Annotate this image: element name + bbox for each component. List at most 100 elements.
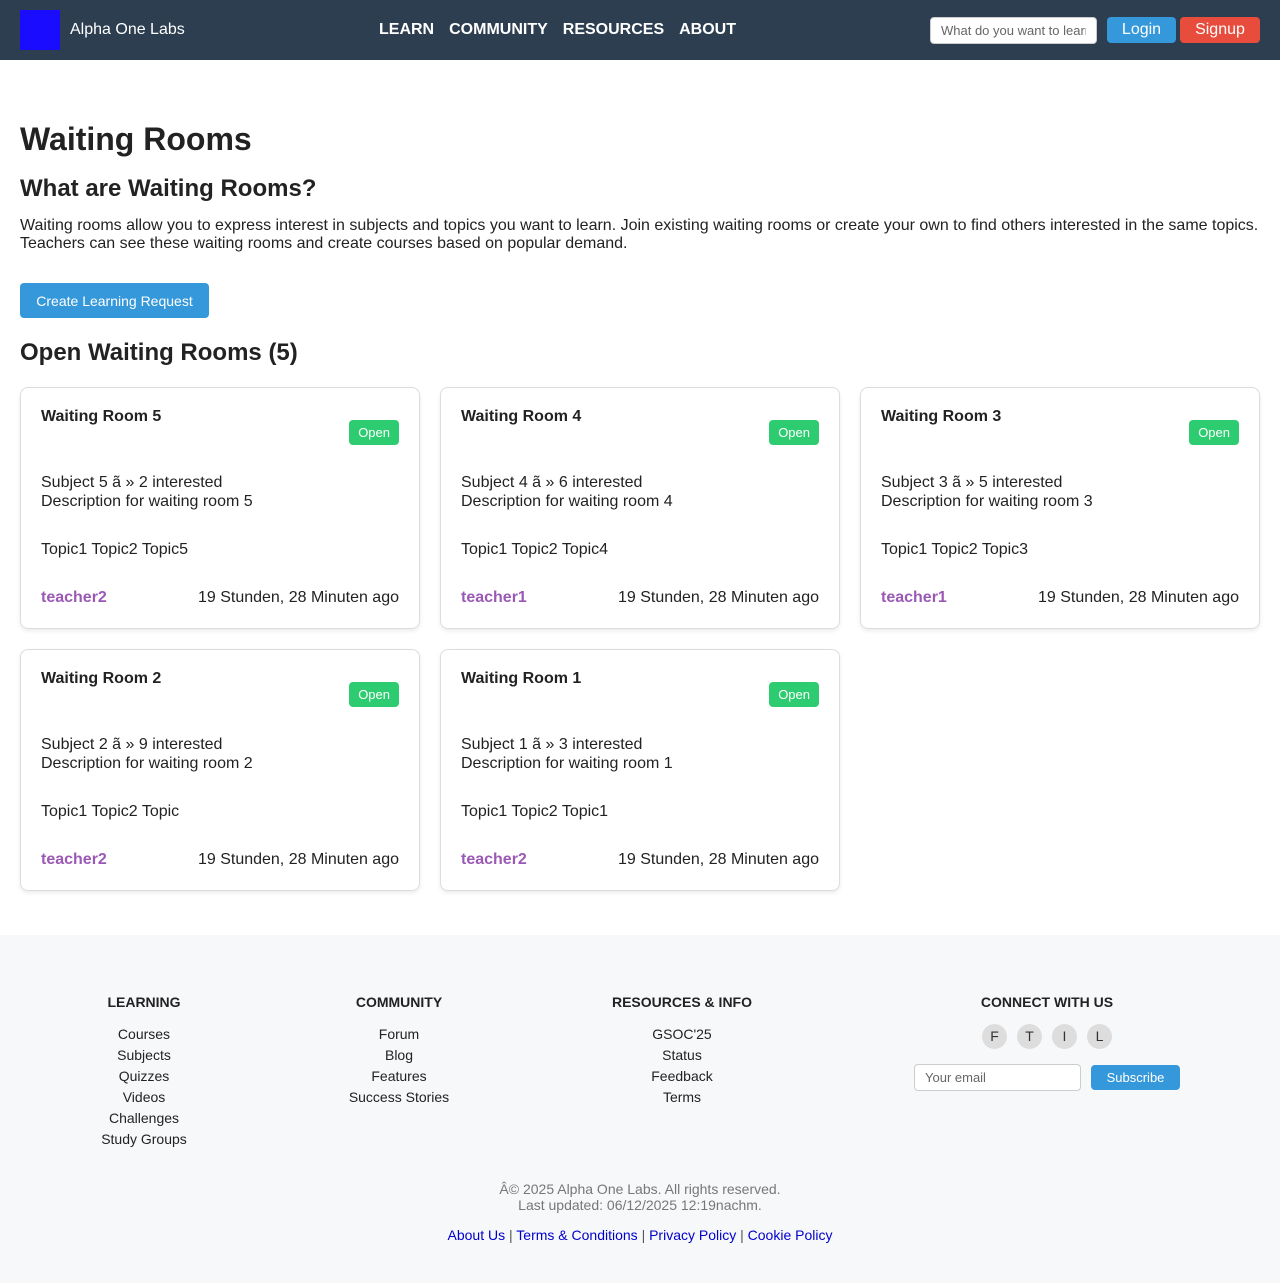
- room-title[interactable]: Waiting Room 1: [461, 670, 819, 688]
- copyright-block: Â© 2025 Alpha One Labs. All rights reser…: [0, 1181, 1280, 1213]
- room-subject: Subject 2 ã » 9 interested: [41, 736, 223, 753]
- footer-heading-community: COMMUNITY: [355, 994, 443, 1010]
- waiting-room-card[interactable]: Waiting Room 1 Open Subject 1 ã » 3 inte…: [440, 649, 840, 891]
- main-nav: LEARN COMMUNITY RESOURCES ABOUT: [379, 0, 736, 60]
- footer-link-gsoc[interactable]: GSOC'25: [582, 1024, 782, 1045]
- legal-links: About Us | Terms & Conditions | Privacy …: [0, 1227, 1280, 1243]
- facebook-icon[interactable]: F: [982, 1024, 1007, 1049]
- status-badge: Open: [769, 420, 819, 445]
- room-footer: teacher2 19 Stunden, 28 Minuten ago: [461, 850, 819, 870]
- waiting-room-card[interactable]: Waiting Room 3 Open Subject 3 ã » 5 inte…: [860, 387, 1260, 629]
- footer-link-challenges[interactable]: Challenges: [44, 1108, 244, 1129]
- footer-link-subjects[interactable]: Subjects: [44, 1045, 244, 1066]
- room-topics: Topic1 Topic2 Topic4: [461, 541, 609, 558]
- footer-link-courses[interactable]: Courses: [44, 1024, 244, 1045]
- newsletter-form: Subscribe: [914, 1064, 1197, 1091]
- room-description: Description for waiting room 3: [881, 493, 1093, 510]
- room-description: Description for waiting room 4: [461, 493, 673, 510]
- brand-name[interactable]: Alpha One Labs: [70, 21, 185, 39]
- footer-link-terms[interactable]: Terms: [582, 1087, 782, 1108]
- subscribe-button[interactable]: Subscribe: [1091, 1065, 1180, 1090]
- room-author[interactable]: teacher1: [461, 588, 527, 608]
- footer-link-features[interactable]: Features: [299, 1066, 499, 1087]
- footer-resources: RESOURCES & INFO GSOC'25 Status Feedback…: [582, 994, 782, 1108]
- legal-separator: |: [509, 1227, 513, 1243]
- footer-link-blog[interactable]: Blog: [299, 1045, 499, 1066]
- legal-separator: |: [641, 1227, 646, 1243]
- room-author[interactable]: teacher1: [881, 588, 947, 608]
- last-updated-text: Last updated: 06/12/2025 12:19nachm.: [518, 1197, 762, 1213]
- search-input[interactable]: [930, 16, 1097, 44]
- room-time: 19 Stunden, 28 Minuten ago: [617, 589, 819, 606]
- footer-link-feedback[interactable]: Feedback: [582, 1066, 782, 1087]
- legal-link-privacy[interactable]: Privacy Policy: [649, 1227, 736, 1243]
- footer-connect: CONNECT WITH US F T I L Subscribe: [897, 994, 1197, 1091]
- open-rooms-heading: Open Waiting Rooms (5): [20, 339, 298, 366]
- room-subject: Subject 3 ã » 5 interested: [881, 474, 1063, 491]
- room-time: 19 Stunden, 28 Minuten ago: [197, 851, 399, 868]
- instagram-icon[interactable]: I: [1052, 1024, 1077, 1049]
- room-title[interactable]: Waiting Room 3: [881, 408, 1239, 426]
- room-topics: Topic1 Topic2 Topic: [41, 803, 180, 820]
- room-title[interactable]: Waiting Room 5: [41, 408, 399, 426]
- footer-link-forum[interactable]: Forum: [299, 1024, 499, 1045]
- waiting-room-card[interactable]: Waiting Room 2 Open Subject 2 ã » 9 inte…: [20, 649, 420, 891]
- footer-link-videos[interactable]: Videos: [44, 1087, 244, 1108]
- twitter-icon[interactable]: T: [1017, 1024, 1042, 1049]
- footer-heading-connect: CONNECT WITH US: [980, 994, 1114, 1010]
- room-footer: teacher2 19 Stunden, 28 Minuten ago: [41, 588, 399, 608]
- room-description: Description for waiting room 1: [461, 755, 673, 772]
- linkedin-icon[interactable]: L: [1087, 1024, 1112, 1049]
- room-time: 19 Stunden, 28 Minuten ago: [197, 589, 399, 606]
- status-badge: Open: [349, 420, 399, 445]
- footer-link-status[interactable]: Status: [582, 1045, 782, 1066]
- header-tools: Login Signup: [930, 0, 1260, 60]
- legal-link-about[interactable]: About Us: [448, 1227, 506, 1243]
- footer-community: COMMUNITY Forum Blog Features Success St…: [299, 994, 499, 1108]
- room-footer: teacher1 19 Stunden, 28 Minuten ago: [461, 588, 819, 608]
- intro-text: Waiting rooms allow you to express inter…: [20, 217, 1259, 252]
- nav-resources[interactable]: RESOURCES: [563, 21, 664, 39]
- social-links: F T I L: [897, 1024, 1197, 1049]
- logo[interactable]: [20, 10, 60, 50]
- nav-community[interactable]: COMMUNITY: [449, 21, 548, 39]
- create-learning-request-button[interactable]: Create Learning Request: [20, 283, 209, 318]
- room-title[interactable]: Waiting Room 2: [41, 670, 399, 688]
- room-time: 19 Stunden, 28 Minuten ago: [617, 851, 819, 868]
- footer-heading-resources: RESOURCES & INFO: [611, 994, 752, 1010]
- copyright-text: Â© 2025 Alpha One Labs. All rights reser…: [499, 1181, 781, 1197]
- signup-button[interactable]: Signup: [1180, 17, 1260, 43]
- newsletter-email-input[interactable]: [914, 1064, 1081, 1091]
- room-title[interactable]: Waiting Room 4: [461, 408, 819, 426]
- footer-link-study-groups[interactable]: Study Groups: [44, 1129, 244, 1150]
- login-button[interactable]: Login: [1107, 17, 1176, 43]
- legal-link-terms[interactable]: Terms & Conditions: [516, 1227, 637, 1243]
- main-content: Waiting Rooms What are Waiting Rooms? Wa…: [0, 121, 1280, 891]
- room-topics: Topic1 Topic2 Topic5: [41, 541, 189, 558]
- footer-learning: LEARNING Courses Subjects Quizzes Videos…: [44, 994, 244, 1150]
- room-author[interactable]: teacher2: [41, 850, 107, 870]
- room-subject: Subject 5 ã » 2 interested: [41, 474, 223, 491]
- legal-separator: |: [740, 1227, 744, 1243]
- room-subject: Subject 4 ã » 6 interested: [461, 474, 643, 491]
- nav-learn[interactable]: LEARN: [379, 21, 434, 39]
- waiting-room-card[interactable]: Waiting Room 5 Open Subject 5 ã » 2 inte…: [20, 387, 420, 629]
- room-subject: Subject 1 ã » 3 interested: [461, 736, 643, 753]
- footer-heading-learning: LEARNING: [107, 994, 181, 1010]
- site-footer: LEARNING Courses Subjects Quizzes Videos…: [0, 935, 1280, 1283]
- waiting-room-card[interactable]: Waiting Room 4 Open Subject 4 ã » 6 inte…: [440, 387, 840, 629]
- footer-link-success-stories[interactable]: Success Stories: [299, 1087, 499, 1108]
- room-description: Description for waiting room 2: [41, 755, 253, 772]
- legal-link-cookies[interactable]: Cookie Policy: [748, 1227, 833, 1243]
- room-footer: teacher1 19 Stunden, 28 Minuten ago: [881, 588, 1239, 608]
- room-author[interactable]: teacher2: [461, 850, 527, 870]
- room-description: Description for waiting room 5: [41, 493, 253, 510]
- footer-link-quizzes[interactable]: Quizzes: [44, 1066, 244, 1087]
- room-author[interactable]: teacher2: [41, 588, 107, 608]
- section-heading-what: What are Waiting Rooms?: [20, 175, 317, 202]
- page-title: Waiting Rooms: [20, 121, 252, 157]
- room-topics: Topic1 Topic2 Topic1: [461, 803, 609, 820]
- top-navbar: Alpha One Labs LEARN COMMUNITY RESOURCES…: [0, 0, 1280, 60]
- nav-about[interactable]: ABOUT: [679, 21, 736, 39]
- room-footer: teacher2 19 Stunden, 28 Minuten ago: [41, 850, 399, 870]
